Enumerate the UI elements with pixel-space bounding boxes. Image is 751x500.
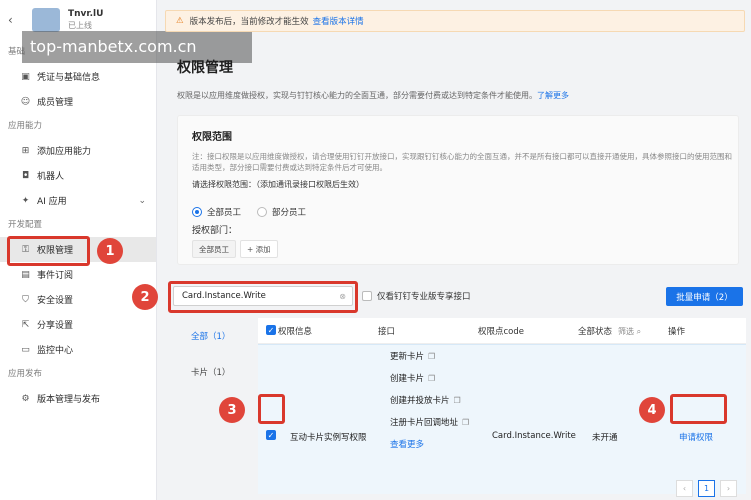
header-api: 接口 bbox=[378, 326, 396, 337]
highlight-box-row-checkbox bbox=[258, 394, 285, 424]
permission-state: 未开通 bbox=[592, 433, 618, 443]
step-marker-4: 4 bbox=[639, 397, 665, 423]
grid-icon: ⊞ bbox=[21, 145, 30, 156]
scope-note: 注：接口权限是以应用维度做授权，请合理使用钉钉开放接口，实现跟钉钉核心能力的全面… bbox=[192, 152, 732, 172]
doc-icon: ❐ bbox=[428, 351, 436, 361]
warning-icon: ⚠ bbox=[176, 16, 184, 26]
app-name: Tnvr.lU bbox=[68, 9, 104, 19]
prev-page-icon[interactable]: ‹ bbox=[676, 480, 693, 497]
sidebar-item-credentials[interactable]: ▣ 凭证与基础信息 bbox=[0, 64, 156, 89]
doc-icon: ❐ bbox=[453, 395, 461, 405]
api-item[interactable]: 更新卡片 ❐ bbox=[390, 345, 469, 367]
group-label-release: 应用发布 bbox=[8, 369, 43, 379]
table-header: ✓ 权限信息 接口 权限点code 全部状态 筛选 ⌕ 操作 bbox=[258, 318, 746, 344]
category-all[interactable]: 全部（1） bbox=[177, 318, 252, 354]
authorized-dept-label: 授权部门： bbox=[192, 226, 238, 236]
dept-chip: 全部员工 bbox=[192, 240, 236, 258]
permission-code: Card.Instance.Write bbox=[492, 431, 576, 441]
api-item[interactable]: 创建并投放卡片 ❐ bbox=[390, 389, 469, 411]
doc-icon: ❐ bbox=[462, 417, 470, 427]
apply-permission-link[interactable]: 申请权限 bbox=[679, 431, 713, 443]
sidebar-item-share[interactable]: ⇱ 分享设置 bbox=[0, 312, 156, 337]
sidebar-item-robot[interactable]: ◘ 机器人 bbox=[0, 163, 156, 188]
notice-link[interactable]: 查看版本详情 bbox=[313, 15, 364, 27]
page-number[interactable]: 1 bbox=[698, 480, 715, 497]
api-list: 更新卡片 ❐ 创建卡片 ❐ 创建并投放卡片 ❐ 注册卡片回调地址 ❐ 查看更多 bbox=[390, 345, 469, 455]
select-all-checkbox[interactable]: ✓ bbox=[266, 325, 276, 336]
filter-button[interactable]: 筛选 ⌕ bbox=[618, 327, 641, 336]
next-page-icon[interactable]: › bbox=[720, 480, 737, 497]
scope-pick-label: 请选择权限范围：（添加通讯录接口权限后生效） bbox=[192, 180, 364, 189]
pagination: ‹ 1 › bbox=[676, 480, 742, 497]
step-marker-1: 1 bbox=[97, 238, 123, 264]
view-more-link[interactable]: 查看更多 bbox=[390, 433, 469, 455]
chevron-down-icon[interactable]: ⌄ bbox=[138, 196, 146, 206]
batch-apply-button[interactable]: 批量申请（2） bbox=[666, 287, 743, 306]
exclusive-only-checkbox[interactable]: 仅看钉钉专业版专享接口 bbox=[362, 290, 471, 302]
sidebar-item-monitor[interactable]: ▭ 监控中心 bbox=[0, 337, 156, 362]
radio-all-staff[interactable]: 全部员工 bbox=[192, 206, 241, 218]
learn-more-link[interactable]: 了解更多 bbox=[537, 91, 569, 100]
shield-icon: ⛉ bbox=[22, 294, 29, 305]
sidebar-item-ai-app[interactable]: ✦ AI 应用 ⌄ bbox=[0, 188, 156, 213]
permission-name: 互动卡片实例写权限 bbox=[290, 433, 367, 443]
step-marker-2: 2 bbox=[132, 284, 158, 310]
person-icon: ☺ bbox=[20, 96, 31, 107]
api-item[interactable]: 注册卡片回调地址 ❐ bbox=[390, 411, 469, 433]
scope-heading: 权限范围 bbox=[192, 132, 232, 143]
credential-icon: ▣ bbox=[21, 71, 30, 82]
page-description: 权限是以应用维度做授权，实现与钉钉核心能力的全面互通，部分需要付费或达到特定条件… bbox=[177, 91, 569, 100]
row-checkbox[interactable]: ✓ bbox=[266, 430, 276, 440]
page-title: 权限管理 bbox=[177, 60, 233, 76]
doc-icon: ❐ bbox=[428, 373, 436, 383]
step-marker-3: 3 bbox=[219, 397, 245, 423]
event-icon: ▤ bbox=[21, 269, 30, 280]
sidebar-item-version[interactable]: ⚙ 版本管理与发布 bbox=[0, 386, 156, 411]
category-list: 全部（1） 卡片（1） bbox=[177, 318, 252, 390]
group-label-dev-config: 开发配置 bbox=[8, 220, 43, 230]
sidebar-item-members[interactable]: ☺ 成员管理 bbox=[0, 89, 156, 114]
search-icon: ⌕ bbox=[636, 326, 642, 336]
notice-text: 版本发布后，当前修改才能生效 bbox=[189, 17, 309, 27]
notice-bar: ⚠ 版本发布后，当前修改才能生效 查看版本详情 bbox=[165, 10, 745, 32]
share-icon: ⇱ bbox=[21, 319, 30, 330]
header-op: 操作 bbox=[668, 326, 686, 337]
header-code: 权限点code bbox=[478, 326, 524, 337]
sidebar-item-add-capability[interactable]: ⊞ 添加应用能力 bbox=[0, 138, 156, 163]
group-label-capabilities: 应用能力 bbox=[8, 121, 43, 131]
app-logo bbox=[32, 8, 60, 32]
highlight-box-permissions bbox=[7, 236, 90, 266]
category-card[interactable]: 卡片（1） bbox=[177, 354, 252, 390]
monitor-icon: ▭ bbox=[21, 344, 30, 355]
add-dept-button[interactable]: + 添加 bbox=[240, 240, 278, 258]
robot-icon: ◘ bbox=[21, 170, 30, 181]
header-info: 权限信息 bbox=[278, 326, 313, 337]
radio-partial-staff[interactable]: 部分员工 bbox=[257, 206, 306, 218]
back-arrow-icon[interactable]: ‹ bbox=[8, 13, 26, 27]
permission-scope-card: 权限范围 注：接口权限是以应用维度做授权，请合理使用钉钉开放接口，实现跟钉钉核心… bbox=[177, 115, 739, 265]
api-item[interactable]: 创建卡片 ❐ bbox=[390, 367, 469, 389]
highlight-box-search bbox=[168, 281, 358, 313]
ai-icon: ✦ bbox=[21, 195, 30, 206]
version-icon: ⚙ bbox=[21, 393, 30, 404]
highlight-box-apply bbox=[670, 394, 727, 424]
header-state: 全部状态 bbox=[578, 326, 613, 337]
